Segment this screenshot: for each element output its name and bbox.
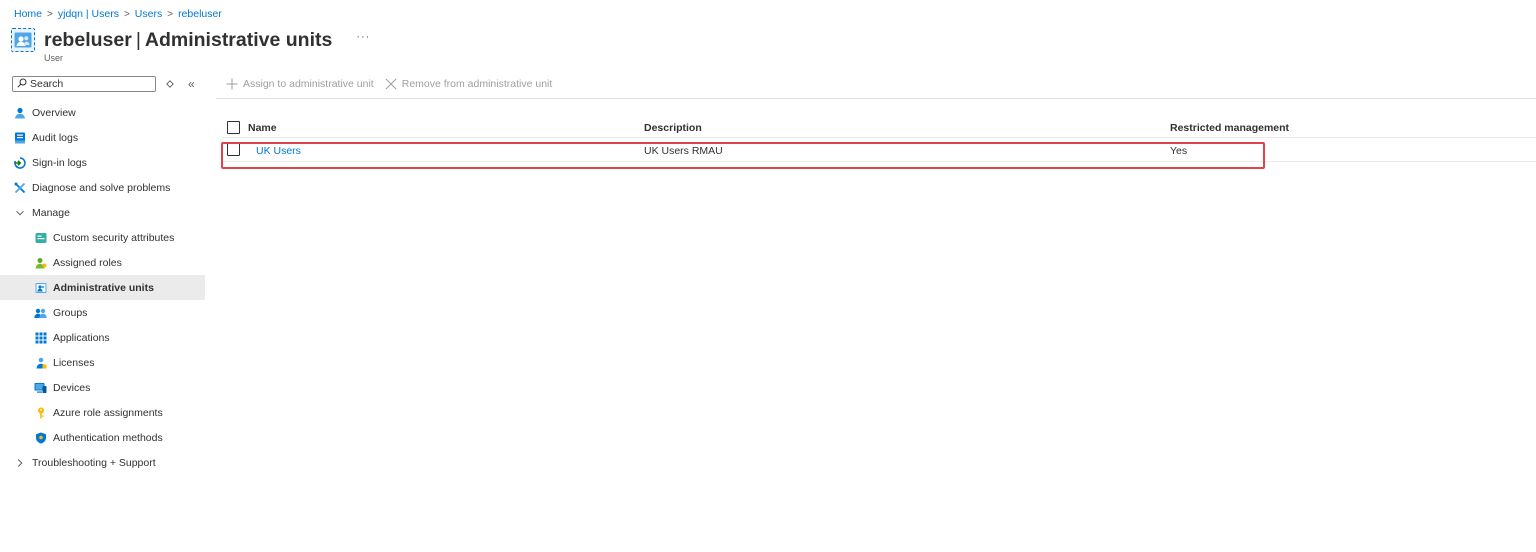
role-icon xyxy=(34,256,47,269)
sidebar-item-authentication-methods[interactable]: Authentication methods xyxy=(0,425,205,450)
sidebar-item-audit-logs[interactable]: Audit logs xyxy=(0,125,205,150)
breadcrumb: Home > yjdqn | Users > Users > rebeluser xyxy=(14,7,222,21)
sidebar-item-administrative-units[interactable]: Administrative units xyxy=(0,275,205,300)
page-subtitle: User xyxy=(44,53,64,63)
apps-grid-icon xyxy=(34,331,47,344)
page-title: rebeluser | Administrative units xyxy=(44,29,332,51)
wrench-icon xyxy=(13,181,26,194)
sidebar-item-applications[interactable]: Applications xyxy=(0,325,205,350)
group-icon xyxy=(34,306,47,319)
page-title-separator: | xyxy=(135,29,141,51)
chevron-right-icon xyxy=(13,456,26,469)
column-header-restricted-management[interactable]: Restricted management xyxy=(1170,122,1289,134)
row-checkbox[interactable] xyxy=(227,143,240,156)
sidebar-item-diagnose[interactable]: Diagnose and solve problems xyxy=(0,175,205,200)
chevron-down-icon xyxy=(13,206,26,219)
column-header-description[interactable]: Description xyxy=(644,122,702,134)
admin-unit-icon xyxy=(34,281,47,294)
select-all-checkbox[interactable] xyxy=(227,121,240,134)
admin-unit-restricted-management: Yes xyxy=(1170,145,1188,157)
remove-admin-unit-button[interactable]: Remove from administrative unit xyxy=(385,78,552,90)
sidebar-item-overview[interactable]: Overview xyxy=(0,100,205,125)
device-icon xyxy=(34,381,47,394)
key-icon xyxy=(34,406,47,419)
page-header: rebeluser | Administrative units ··· xyxy=(11,28,370,52)
sidebar-item-assigned-roles[interactable]: Assigned roles xyxy=(0,250,205,275)
page-title-user: rebeluser xyxy=(44,29,132,51)
sidebar-item-groups[interactable]: Groups xyxy=(0,300,205,325)
breadcrumb-users[interactable]: Users xyxy=(135,8,162,20)
command-bar: Assign to administrative unit Remove fro… xyxy=(226,76,552,92)
sidebar-group-troubleshooting[interactable]: Troubleshooting + Support xyxy=(0,450,205,475)
shield-icon xyxy=(34,431,47,444)
search-icon xyxy=(17,78,27,91)
sidebar-item-azure-role-assignments[interactable]: Azure role assignments xyxy=(0,400,205,425)
audit-log-icon xyxy=(13,131,26,144)
sidebar-item-devices[interactable]: Devices xyxy=(0,375,205,400)
sidebar-nav: Overview Audit logs Sign-in logs Diagnos… xyxy=(0,100,205,475)
assign-admin-unit-button[interactable]: Assign to administrative unit xyxy=(226,78,374,90)
chevron-right-icon: > xyxy=(123,8,130,20)
sidebar-search xyxy=(12,76,156,92)
toolbar-divider xyxy=(216,98,1536,99)
sign-in-icon xyxy=(13,156,26,169)
sidebar-item-sign-in-logs[interactable]: Sign-in logs xyxy=(0,150,205,175)
sidebar-group-manage[interactable]: Manage xyxy=(0,200,205,225)
license-icon xyxy=(34,356,47,369)
page-title-section: Administrative units xyxy=(144,29,333,51)
column-header-name[interactable]: Name xyxy=(248,122,277,134)
admin-unit-description: UK Users RMAU xyxy=(644,145,723,157)
breadcrumb-home[interactable]: Home xyxy=(14,8,42,20)
sidebar-item-custom-security-attributes[interactable]: Custom security attributes xyxy=(0,225,205,250)
more-options-button[interactable]: ··· xyxy=(356,31,370,43)
search-input[interactable] xyxy=(30,78,150,90)
table-header-row: Name Description Restricted management xyxy=(222,118,1536,138)
attributes-icon xyxy=(34,231,47,244)
admin-unit-icon xyxy=(11,28,35,52)
close-icon xyxy=(385,78,397,90)
plus-icon xyxy=(226,78,238,90)
breadcrumb-rebeluser[interactable]: rebeluser xyxy=(178,8,222,20)
admin-units-table: Name Description Restricted management U… xyxy=(222,118,1536,162)
chevron-right-icon: > xyxy=(167,8,174,20)
sidebar-item-licenses[interactable]: Licenses xyxy=(0,350,205,375)
table-row[interactable]: UK Users UK Users RMAU Yes xyxy=(222,138,1536,162)
collapse-sidebar-button[interactable]: « xyxy=(188,76,195,92)
filter-diamond-icon[interactable] xyxy=(164,77,176,91)
user-icon xyxy=(13,106,26,119)
chevron-right-icon: > xyxy=(47,8,53,20)
breadcrumb-tenant-users[interactable]: yjdqn | Users xyxy=(58,8,119,20)
admin-unit-name-link[interactable]: UK Users xyxy=(256,145,301,157)
